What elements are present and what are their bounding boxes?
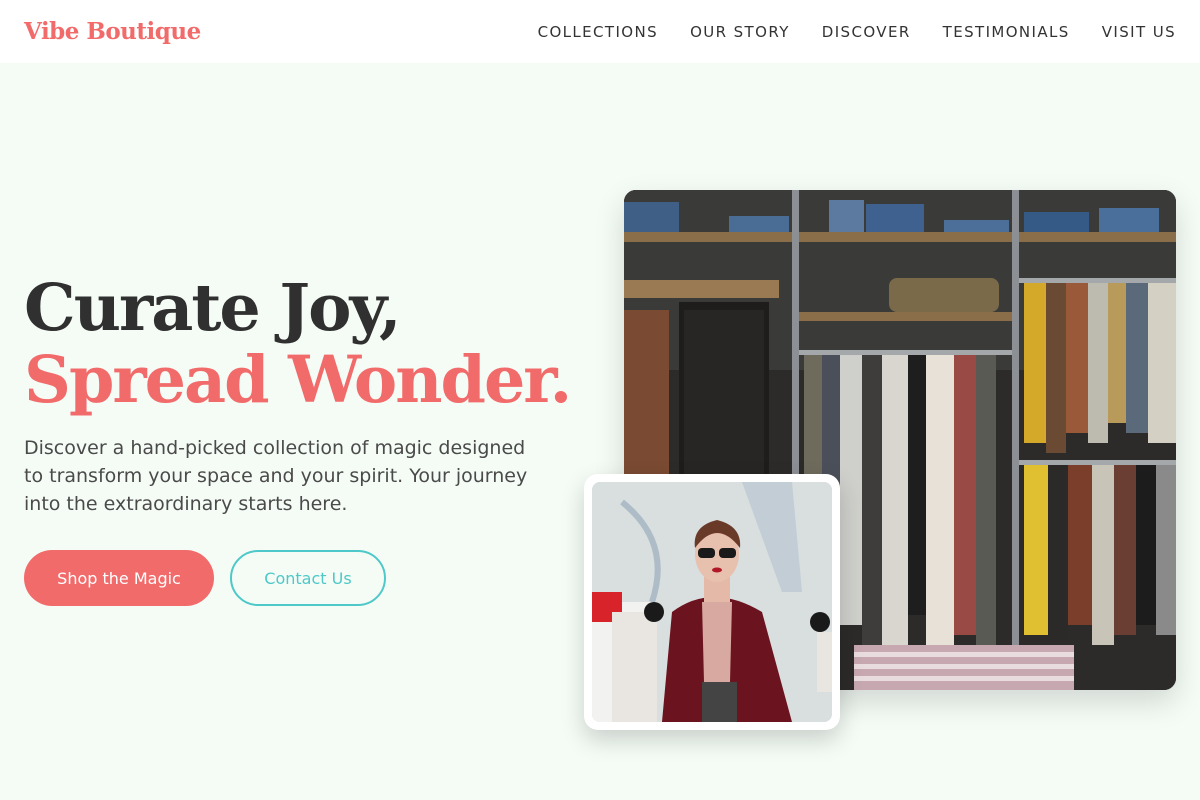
shopper-photo [584, 474, 840, 730]
nav-collections[interactable]: COLLECTIONS [538, 23, 658, 41]
shop-button[interactable]: Shop the Magic [24, 550, 214, 606]
main-nav: COLLECTIONS OUR STORY DISCOVER TESTIMONI… [538, 23, 1176, 41]
brand-logo[interactable]: Vibe Boutique [24, 18, 201, 45]
hero-subtext: Discover a hand-picked collection of mag… [24, 437, 528, 515]
nav-discover[interactable]: DISCOVER [822, 23, 911, 41]
shopper-photo-inner [592, 482, 832, 722]
shopper-illustration [592, 482, 832, 722]
headline-line-1: Curate Joy, [24, 270, 402, 346]
hero-headline: Curate Joy, Spread Wonder. [24, 272, 604, 416]
hero-buttons: Shop the Magic Contact Us [24, 550, 604, 606]
hero-section: Curate Joy, Spread Wonder. Discover a ha… [24, 272, 604, 606]
headline-line-2: Spread Wonder. [24, 342, 572, 418]
navbar: Vibe Boutique COLLECTIONS OUR STORY DISC… [0, 0, 1200, 63]
nav-visit-us[interactable]: VISIT US [1102, 23, 1176, 41]
nav-testimonials[interactable]: TESTIMONIALS [943, 23, 1070, 41]
contact-button[interactable]: Contact Us [230, 550, 386, 606]
nav-our-story[interactable]: OUR STORY [690, 23, 790, 41]
